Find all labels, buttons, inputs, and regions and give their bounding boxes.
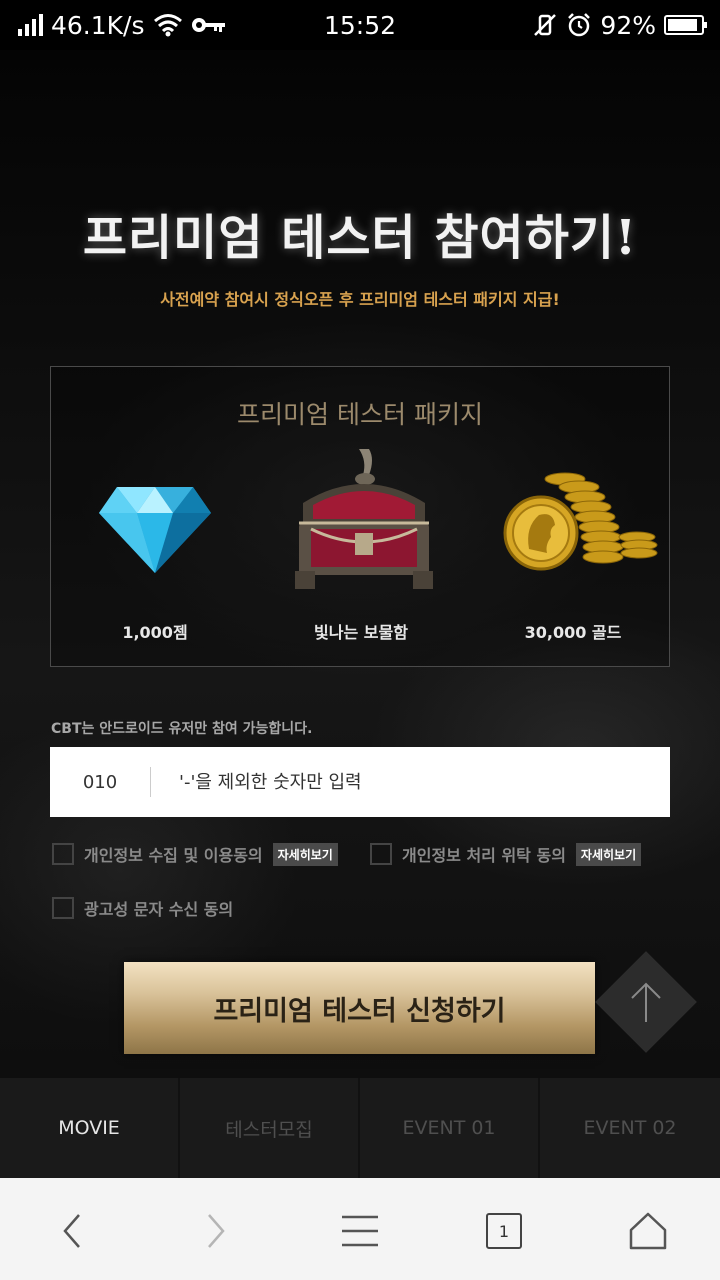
chevron-right-icon — [208, 1214, 225, 1248]
android-only-notice: CBT는 안드로이드 유저만 참여 가능합니다. — [51, 721, 313, 737]
package-item-label: 빛나는 보물함 — [314, 623, 408, 642]
bottom-tab-bar: MOVIE 테스터모집 EVENT 01 EVENT 02 — [0, 1078, 720, 1178]
package-item-gold: 30,000 골드 — [483, 367, 663, 668]
tabs-button[interactable]: 1 — [476, 1203, 532, 1259]
tab-count: 1 — [486, 1213, 522, 1249]
agreement-ad-sms: 광고성 문자 수신 동의 — [52, 896, 233, 920]
privacy-outsourcing-checkbox[interactable] — [370, 843, 392, 865]
home-icon — [629, 1212, 667, 1250]
agreement-privacy-outsourcing: 개인정보 처리 위탁 동의 자세히보기 — [370, 842, 642, 866]
apply-tester-button[interactable]: 프리미엄 테스터 신청하기 — [124, 962, 595, 1054]
back-button[interactable] — [44, 1203, 100, 1259]
menu-button[interactable] — [332, 1203, 388, 1259]
phone-input-row: 010 — [50, 747, 670, 817]
agreement-label: 광고성 문자 수신 동의 — [84, 900, 234, 919]
treasure-chest-icon — [295, 449, 433, 589]
hamburger-menu-icon — [342, 1215, 378, 1247]
battery-percent: 92% — [600, 10, 656, 40]
gem-icon — [99, 487, 211, 573]
main-content: 프리미엄 테스터 참여하기! 사전예약 참여시 정식오픈 후 프리미엄 테스터 … — [0, 50, 720, 1078]
status-bar: 46.1K/s 15:52 92% — [0, 0, 720, 50]
alarm-icon — [568, 13, 591, 37]
package-box: 프리미엄 테스터 패키지 1,000젬 빛나는 보물함 30,000 골드 — [50, 366, 670, 667]
page-title: 프리미엄 테스터 참여하기! — [82, 210, 638, 266]
forward-button[interactable] — [188, 1203, 244, 1259]
phone-prefix[interactable]: 010 — [50, 772, 150, 793]
arrow-up-icon — [631, 982, 661, 1022]
gold-coins-icon — [503, 472, 658, 571]
tab-event-01[interactable]: EVENT 01 — [360, 1078, 540, 1178]
agreement-label: 개인정보 처리 위탁 동의 — [402, 846, 566, 865]
package-item-gem: 1,000젬 — [65, 367, 245, 668]
browser-toolbar: 1 — [0, 1178, 720, 1280]
package-item-label: 30,000 골드 — [524, 623, 622, 642]
tab-tester-recruit[interactable]: 테스터모집 — [180, 1078, 360, 1178]
tab-movie[interactable]: MOVIE — [0, 1078, 180, 1178]
privacy-outsourcing-detail-button[interactable]: 자세히보기 — [575, 842, 642, 866]
package-item-chest: 빛나는 보물함 — [271, 367, 451, 668]
privacy-collection-checkbox[interactable] — [52, 843, 74, 865]
phone-number-input[interactable] — [151, 747, 670, 817]
vibrate-off-icon — [534, 14, 557, 36]
ad-sms-checkbox[interactable] — [52, 897, 74, 919]
page-subtitle: 사전예약 참여시 정식오픈 후 프리미엄 테스터 패키지 지급! — [160, 290, 560, 309]
agreement-privacy-collection: 개인정보 수집 및 이용동의 자세히보기 — [52, 842, 338, 866]
package-item-label: 1,000젬 — [122, 623, 188, 642]
agreement-label: 개인정보 수집 및 이용동의 — [84, 846, 263, 865]
battery-icon — [664, 15, 707, 35]
privacy-collection-detail-button[interactable]: 자세히보기 — [272, 842, 338, 866]
chevron-left-icon — [63, 1214, 80, 1248]
status-right: 92% — [532, 0, 707, 50]
home-button[interactable] — [620, 1203, 676, 1259]
tab-event-02[interactable]: EVENT 02 — [540, 1078, 720, 1178]
